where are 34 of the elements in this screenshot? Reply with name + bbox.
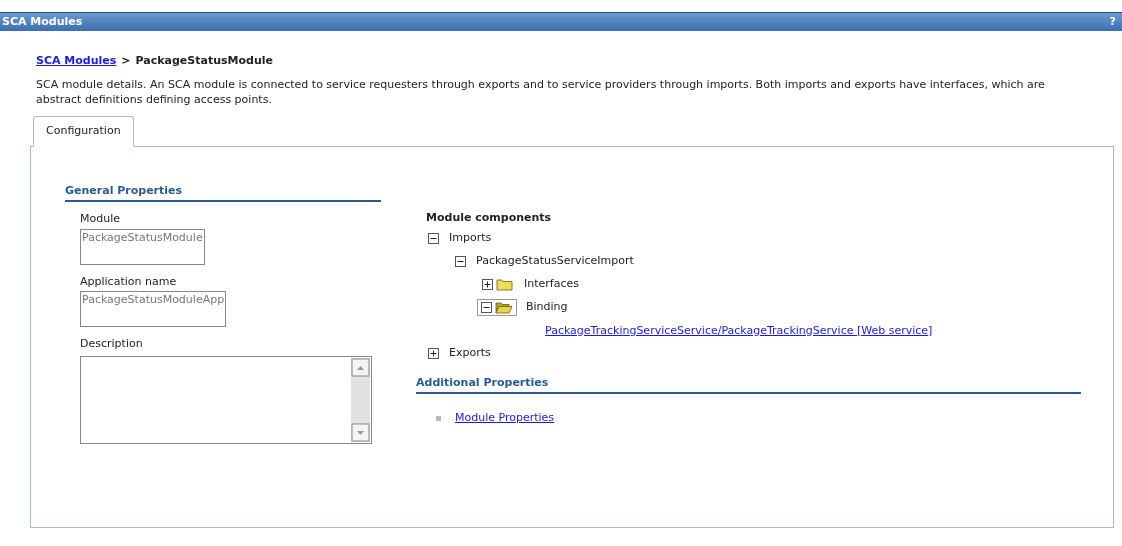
section-heading: Additional Properties bbox=[416, 374, 1081, 394]
expand-icon[interactable] bbox=[482, 278, 493, 290]
help-button[interactable]: ? bbox=[1109, 13, 1120, 31]
page-description: SCA module details. An SCA module is connected to service requesters through exports and to service providers through imports. Both imports and exports have interfaces, which are abstract definitions defining access points. bbox=[36, 76, 1046, 107]
section-heading: Module components bbox=[426, 209, 553, 226]
binding-link[interactable]: PackageTrackingServiceService/PackageTrackingService [Web service] bbox=[509, 318, 1081, 342]
tree-item[interactable]: PackageStatusServiceImport bbox=[476, 252, 634, 270]
text-field[interactable]: PackageStatusModuleApp bbox=[80, 291, 227, 327]
tree-item[interactable]: Imports bbox=[449, 229, 492, 247]
window-title: SCA Modules bbox=[2, 13, 83, 30]
breadcrumb-link[interactable]: SCA Modules bbox=[36, 53, 117, 70]
collapse-icon[interactable] bbox=[481, 301, 492, 313]
text-field[interactable]: PackageStatusModule bbox=[80, 228, 205, 265]
breadcrumb-separator: > bbox=[121, 53, 131, 69]
collapse-icon[interactable] bbox=[428, 232, 439, 244]
description-field[interactable] bbox=[80, 355, 372, 444]
expand-icon[interactable] bbox=[428, 347, 439, 359]
open-folder-icon bbox=[495, 300, 513, 314]
scrollbar[interactable] bbox=[351, 357, 370, 442]
folder-icon bbox=[496, 277, 514, 291]
field-label: Description bbox=[80, 336, 144, 352]
tree-item[interactable]: Exports bbox=[449, 344, 491, 362]
bullet-icon bbox=[436, 415, 441, 421]
field-label: Module bbox=[80, 211, 121, 227]
collapse-icon[interactable] bbox=[455, 255, 466, 267]
module-properties-link[interactable]: Module Properties bbox=[455, 410, 555, 427]
scroll-up-icon[interactable] bbox=[351, 357, 370, 377]
scroll-down-icon[interactable] bbox=[351, 422, 370, 442]
tree-item[interactable]: Interfaces bbox=[524, 275, 579, 293]
field-label: Application name bbox=[80, 273, 178, 290]
tab[interactable]: Configuration bbox=[33, 115, 134, 147]
section-heading: General Properties bbox=[65, 182, 381, 202]
tree-item[interactable]: Binding bbox=[526, 298, 568, 316]
breadcrumb-current: PackageStatusModule bbox=[135, 53, 273, 69]
